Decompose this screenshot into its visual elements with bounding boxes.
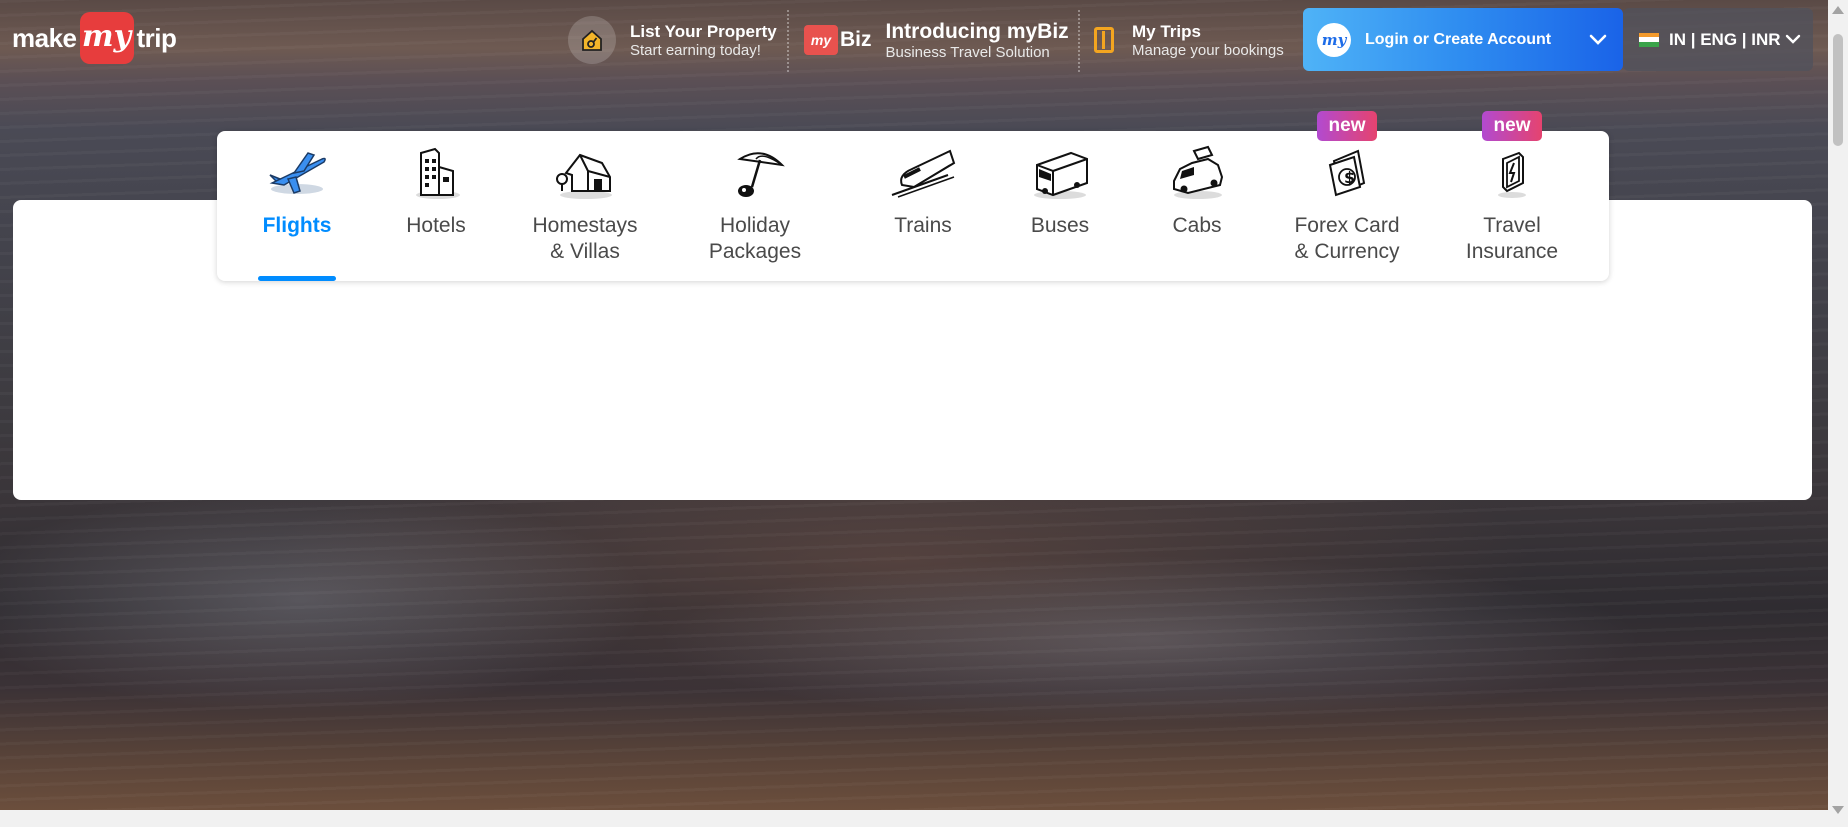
locale-label: IN | ENG | INR xyxy=(1669,29,1781,49)
locale-selector[interactable]: IN | ENG | INR xyxy=(1623,8,1813,71)
new-badge: new xyxy=(1317,111,1377,141)
makemytrip-logo[interactable]: make my trip xyxy=(12,12,177,64)
tab-label: Hotels xyxy=(406,214,466,237)
list-property-subtitle: Start earning today! xyxy=(630,41,761,59)
scroll-up-icon[interactable] xyxy=(1832,6,1844,14)
tab-trains[interactable]: Trains xyxy=(877,131,969,281)
tab-label: Trains xyxy=(894,214,952,237)
tab-travel-insurance[interactable]: new Travel Insurance xyxy=(1460,111,1564,281)
active-tab-indicator xyxy=(258,276,336,281)
login-label: Login or Create Account xyxy=(1365,30,1552,48)
tab-homestays-villas[interactable]: Homestays & Villas xyxy=(517,131,653,281)
my-trips-link[interactable]: My Trips Manage your bookings xyxy=(1094,16,1284,64)
forex-card-icon: $ xyxy=(1328,149,1366,197)
logo-text-make: make xyxy=(12,22,77,53)
page-bottom-strip xyxy=(0,810,1848,827)
mybiz-badge-text: Biz xyxy=(840,28,872,51)
india-flag-icon xyxy=(1639,32,1659,47)
tab-label: Forex Card & Currency xyxy=(1294,214,1400,263)
chevron-down-icon xyxy=(1785,34,1801,44)
property-key-icon xyxy=(568,16,616,64)
insurance-shield-icon xyxy=(1498,151,1526,198)
suitcase-icon xyxy=(1094,27,1114,53)
tab-holiday-packages[interactable]: Holiday Packages xyxy=(690,131,820,281)
list-property-title: List Your Property xyxy=(630,21,777,41)
train-icon xyxy=(891,149,956,198)
vertical-scrollbar[interactable] xyxy=(1828,0,1848,827)
hotel-building-icon xyxy=(416,147,460,199)
my-trips-subtitle: Manage your bookings xyxy=(1132,41,1284,59)
house-icon xyxy=(556,153,612,199)
list-property-link[interactable]: List Your Property Start earning today! xyxy=(568,16,777,64)
chevron-down-icon xyxy=(1589,34,1607,45)
mybiz-bag-icon: my xyxy=(804,25,838,55)
tab-hotels[interactable]: Hotels xyxy=(395,131,477,281)
tab-flights[interactable]: Flights xyxy=(250,131,344,281)
logo-my-badge: my xyxy=(79,12,134,64)
header-divider xyxy=(787,10,789,72)
mybiz-subtitle: Business Travel Solution xyxy=(885,43,1050,61)
logo-text-trip: trip xyxy=(136,22,177,53)
tab-label: Travel Insurance xyxy=(1465,214,1559,263)
cab-icon xyxy=(1173,145,1224,199)
scroll-thumb[interactable] xyxy=(1833,34,1843,146)
bus-icon xyxy=(1034,151,1088,199)
tab-label: Homestays & Villas xyxy=(532,214,638,263)
new-badge: new xyxy=(1482,111,1542,141)
top-header: make my trip List Your Property Start ea… xyxy=(0,0,1828,80)
mmt-avatar-icon: my xyxy=(1317,22,1351,57)
tab-cabs[interactable]: Cabs xyxy=(1159,131,1235,281)
mybiz-logo-icon: my Biz xyxy=(804,25,872,55)
airplane-icon xyxy=(269,152,326,194)
tab-label: Flights xyxy=(262,214,332,237)
my-trips-title: My Trips xyxy=(1132,21,1201,41)
tab-label: Cabs xyxy=(1172,214,1222,237)
tab-label: Holiday Packages xyxy=(708,214,802,263)
tab-buses[interactable]: Buses xyxy=(1017,131,1103,281)
header-divider xyxy=(1078,10,1080,72)
mybiz-title: Introducing myBiz xyxy=(885,19,1069,43)
beach-umbrella-icon xyxy=(737,152,785,197)
tab-label: Buses xyxy=(1030,214,1090,237)
login-create-account-button[interactable]: my Login or Create Account xyxy=(1303,8,1623,71)
scroll-down-icon[interactable] xyxy=(1832,806,1844,814)
mybiz-link[interactable]: my Biz Introducing myBiz Business Travel… xyxy=(804,16,1069,64)
tab-forex-card-currency[interactable]: new $ Forex Card & Currency xyxy=(1282,111,1412,281)
product-tabs: Flights Hotels Homestays & Villas Holida… xyxy=(217,111,1609,281)
